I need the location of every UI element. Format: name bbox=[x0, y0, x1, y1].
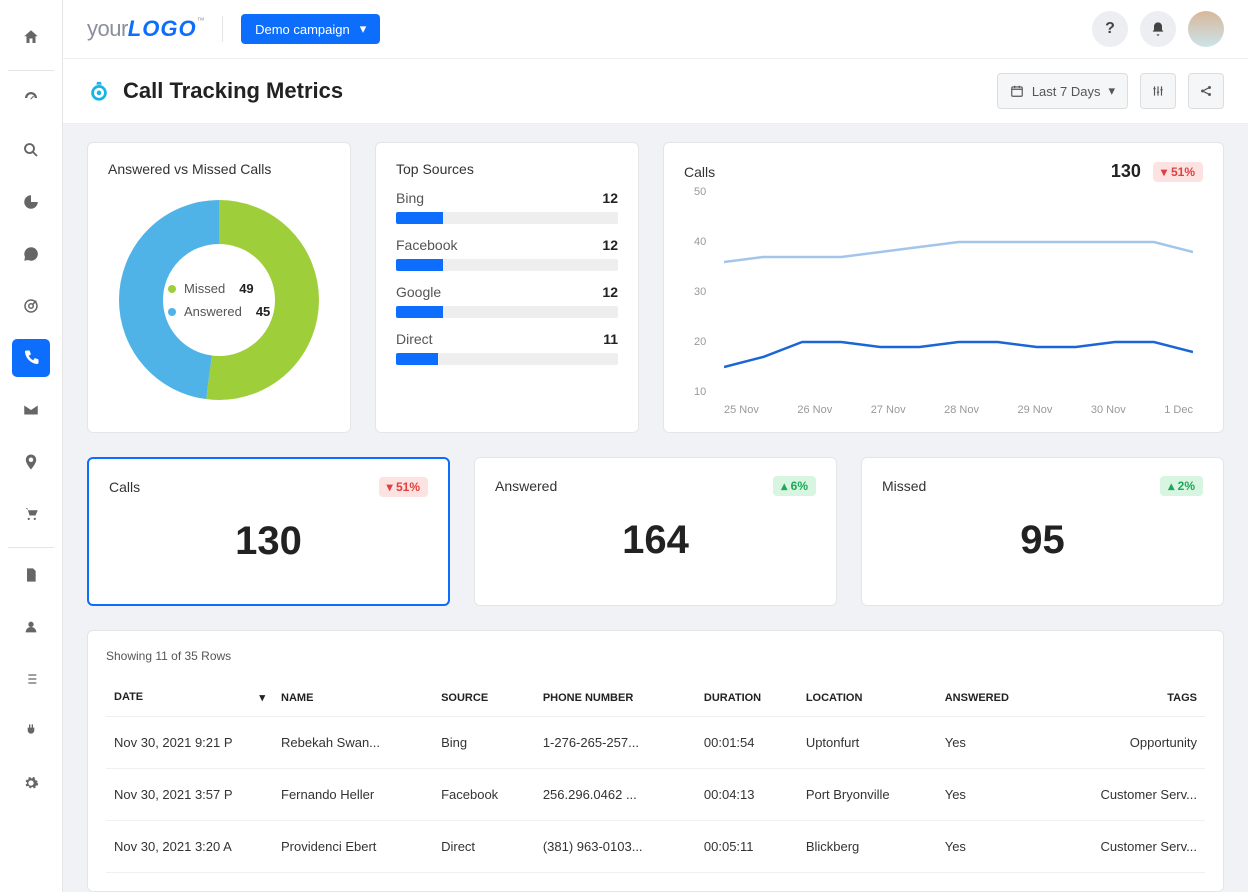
user-icon[interactable] bbox=[12, 608, 50, 646]
search-icon[interactable] bbox=[12, 131, 50, 169]
column-header[interactable]: TAGS bbox=[1048, 679, 1205, 717]
calls-table: DATE▾NAMESOURCEPHONE NUMBERDURATIONLOCAT… bbox=[106, 679, 1205, 873]
chevron-down-icon: ▾ bbox=[1108, 83, 1115, 99]
list-icon[interactable] bbox=[12, 660, 50, 698]
chevron-down-icon: ▾ bbox=[360, 21, 367, 37]
calls-table-card: Showing 11 of 35 Rows DATE▾NAMESOURCEPHO… bbox=[87, 630, 1224, 892]
table-row[interactable]: Nov 30, 2021 3:57 PFernando HellerFacebo… bbox=[106, 769, 1205, 821]
card-title: Calls bbox=[684, 164, 715, 180]
stat-label: Calls bbox=[109, 479, 140, 495]
location-icon[interactable] bbox=[12, 443, 50, 481]
trend-badge: ▴ 2% bbox=[1160, 476, 1203, 496]
trend-badge: ▾ 51% bbox=[1153, 162, 1203, 182]
source-row: Google12 bbox=[396, 284, 618, 318]
call-tracking-icon bbox=[87, 79, 111, 103]
calls-chart-card: Calls 130 ▾ 51% 1020304050 25 Nov26 Nov2… bbox=[663, 142, 1224, 433]
report-icon[interactable] bbox=[12, 556, 50, 594]
column-header[interactable]: ANSWERED bbox=[937, 679, 1049, 717]
notifications-button[interactable] bbox=[1140, 11, 1176, 47]
filter-button[interactable] bbox=[1140, 73, 1176, 109]
source-row: Direct11 bbox=[396, 331, 618, 365]
phone-icon[interactable] bbox=[12, 339, 50, 377]
date-range-selector[interactable]: Last 7 Days▾ bbox=[997, 73, 1128, 109]
card-title: Top Sources bbox=[396, 161, 618, 177]
stat-value: 95 bbox=[882, 518, 1203, 563]
card-total: 130 bbox=[1111, 161, 1141, 182]
line-chart: 1020304050 25 Nov26 Nov27 Nov28 Nov29 No… bbox=[684, 192, 1203, 414]
answered-missed-card: Answered vs Missed Calls Missed49 Answer… bbox=[87, 142, 351, 433]
home-icon[interactable] bbox=[12, 18, 50, 56]
top-sources-card: Top Sources Bing12 Facebook12 Google12 D… bbox=[375, 142, 639, 433]
column-header[interactable]: LOCATION bbox=[798, 679, 937, 717]
column-header[interactable]: NAME bbox=[273, 679, 433, 717]
cart-icon[interactable] bbox=[12, 495, 50, 533]
table-row[interactable]: Nov 30, 2021 3:20 AProvidenci EbertDirec… bbox=[106, 821, 1205, 873]
table-info: Showing 11 of 35 Rows bbox=[106, 649, 1205, 663]
pie-icon[interactable] bbox=[12, 183, 50, 221]
stat-value: 164 bbox=[495, 518, 816, 563]
campaign-selector[interactable]: Demo campaign▾ bbox=[241, 14, 380, 44]
mail-icon[interactable] bbox=[12, 391, 50, 429]
stat-card-calls[interactable]: Calls ▾ 51% 130 bbox=[87, 457, 450, 606]
gear-icon[interactable] bbox=[12, 764, 50, 802]
stat-card-answered[interactable]: Answered ▴ 6% 164 bbox=[474, 457, 837, 606]
stat-label: Answered bbox=[495, 478, 557, 494]
share-button[interactable] bbox=[1188, 73, 1224, 109]
help-button[interactable]: ? bbox=[1092, 11, 1128, 47]
column-header[interactable]: PHONE NUMBER bbox=[535, 679, 696, 717]
source-row: Bing12 bbox=[396, 190, 618, 224]
target-icon[interactable] bbox=[12, 287, 50, 325]
column-header[interactable]: SOURCE bbox=[433, 679, 535, 717]
stat-label: Missed bbox=[882, 478, 926, 494]
column-header[interactable]: DURATION bbox=[696, 679, 798, 717]
source-row: Facebook12 bbox=[396, 237, 618, 271]
trend-badge: ▴ 6% bbox=[773, 476, 816, 496]
stat-value: 130 bbox=[109, 519, 428, 564]
chat-icon[interactable] bbox=[12, 235, 50, 273]
table-row[interactable]: Nov 30, 2021 9:21 PRebekah Swan...Bing1-… bbox=[106, 717, 1205, 769]
stat-card-missed[interactable]: Missed ▴ 2% 95 bbox=[861, 457, 1224, 606]
page-title: Call Tracking Metrics bbox=[123, 78, 343, 104]
trend-badge: ▾ 51% bbox=[379, 477, 428, 497]
plug-icon[interactable] bbox=[12, 712, 50, 750]
column-header[interactable]: DATE▾ bbox=[106, 679, 273, 717]
sort-icon: ▾ bbox=[259, 691, 265, 704]
logo[interactable]: yourLOGO™ bbox=[87, 16, 204, 42]
dashboard-icon[interactable] bbox=[12, 79, 50, 117]
avatar[interactable] bbox=[1188, 11, 1224, 47]
card-title: Answered vs Missed Calls bbox=[108, 161, 330, 177]
